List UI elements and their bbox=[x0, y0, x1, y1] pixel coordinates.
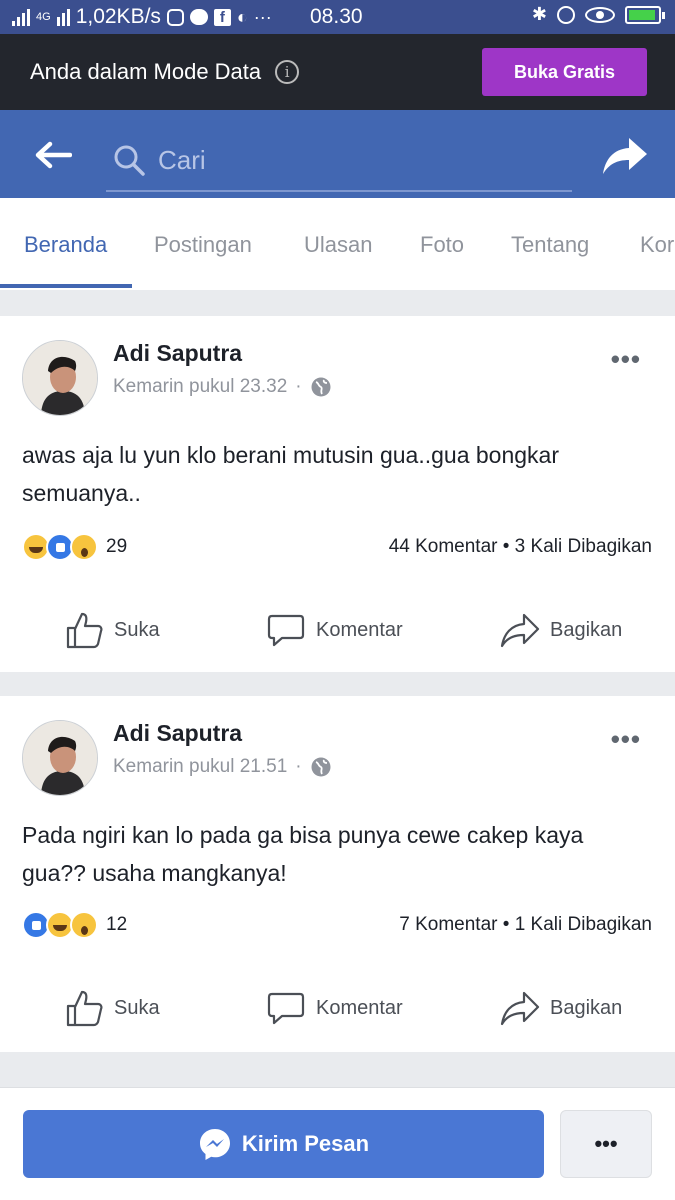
top-navigation bbox=[0, 110, 675, 198]
post-stats[interactable]: 7 Komentar • 1 Kali Dibagikan bbox=[399, 914, 652, 936]
comment-icon bbox=[267, 992, 305, 1025]
bluetooth-icon: ✱ bbox=[531, 4, 547, 24]
like-label: Suka bbox=[114, 618, 160, 641]
share-button[interactable]: Bagikan bbox=[500, 988, 622, 1028]
thumbs-up-icon bbox=[66, 612, 103, 649]
search-input[interactable] bbox=[158, 144, 538, 176]
like-button[interactable]: Suka bbox=[64, 610, 160, 650]
tab-komunitas[interactable]: Kor bbox=[640, 232, 674, 258]
buka-gratis-button[interactable]: Buka Gratis bbox=[482, 48, 647, 96]
active-tab-indicator bbox=[0, 284, 132, 288]
share-arrow-icon bbox=[500, 613, 540, 648]
reaction-count: 29 bbox=[106, 536, 128, 557]
post-meta: Kemarin pukul 23.32 · bbox=[113, 376, 332, 398]
line-icon bbox=[189, 9, 208, 25]
post-meta: Kemarin pukul 21.51 · bbox=[113, 756, 332, 778]
more-options-button[interactable]: ••• bbox=[560, 1110, 652, 1178]
share-label: Bagikan bbox=[550, 996, 623, 1019]
messenger-icon bbox=[199, 1129, 230, 1160]
divider bbox=[0, 296, 675, 316]
comment-label: Komentar bbox=[316, 996, 403, 1019]
reaction-summary[interactable]: 12 7 Komentar • 1 Kali Dibagikan bbox=[22, 910, 652, 940]
avatar[interactable] bbox=[22, 720, 98, 796]
reaction-count: 12 bbox=[106, 914, 128, 935]
like-label: Suka bbox=[114, 996, 160, 1019]
tab-ulasan[interactable]: Ulasan bbox=[304, 232, 372, 258]
network-type: 4G bbox=[36, 11, 51, 23]
divider bbox=[0, 672, 675, 696]
divider bbox=[0, 1052, 675, 1087]
post-timestamp[interactable]: Kemarin pukul 21.51 bbox=[113, 756, 287, 778]
bottom-action-bar: Kirim Pesan ••• bbox=[0, 1087, 675, 1200]
post-author[interactable]: Adi Saputra bbox=[113, 720, 242, 747]
post-timestamp[interactable]: Kemarin pukul 23.32 bbox=[113, 376, 287, 398]
page-tabs: Beranda Postingan Ulasan Foto Tentang Ko… bbox=[0, 198, 675, 290]
tab-beranda[interactable]: Beranda bbox=[24, 232, 107, 258]
globe-icon bbox=[311, 757, 331, 777]
avatar[interactable] bbox=[22, 340, 98, 416]
tab-tentang[interactable]: Tentang bbox=[511, 232, 589, 258]
post: Adi Saputra Kemarin pukul 21.51 · ••• Pa… bbox=[0, 696, 675, 1052]
data-mode-bar: Anda dalam Mode Data i Buka Gratis bbox=[0, 34, 675, 110]
post-more-options[interactable]: ••• bbox=[611, 724, 641, 755]
notification-icon: ◐ bbox=[236, 6, 248, 27]
search-icon bbox=[114, 145, 145, 176]
profile-photo bbox=[23, 721, 97, 795]
post-more-options[interactable]: ••• bbox=[611, 344, 641, 375]
post-text: Pada ngiri kan lo pada ga bisa punya cew… bbox=[22, 822, 584, 886]
meta-separator: · bbox=[295, 376, 302, 397]
tab-foto[interactable]: Foto bbox=[420, 232, 464, 258]
comment-button[interactable]: Komentar bbox=[266, 988, 403, 1028]
like-button[interactable]: Suka bbox=[64, 988, 160, 1028]
signal-icon-2 bbox=[56, 8, 70, 26]
comment-button[interactable]: Komentar bbox=[266, 610, 403, 650]
profile-photo bbox=[23, 341, 97, 415]
eye-icon bbox=[585, 6, 615, 23]
thumbs-up-icon bbox=[66, 990, 103, 1027]
facebook-icon: f bbox=[213, 8, 231, 26]
wow-reaction-icon bbox=[70, 533, 98, 561]
info-icon[interactable]: i bbox=[275, 60, 300, 84]
globe-icon bbox=[311, 377, 331, 397]
post-actions: Suka Komentar Bagikan bbox=[0, 978, 675, 1038]
data-mode-message: Anda dalam Mode Data bbox=[30, 59, 262, 84]
share-button[interactable]: Bagikan bbox=[500, 610, 622, 650]
alarm-icon bbox=[557, 5, 575, 24]
post-actions: Suka Komentar Bagikan bbox=[0, 600, 675, 660]
clock: 08.30 bbox=[310, 5, 363, 28]
share-icon[interactable] bbox=[601, 136, 649, 176]
signal-icon bbox=[12, 8, 30, 26]
more-notifications-icon: ··· bbox=[253, 6, 272, 27]
send-message-label: Kirim Pesan bbox=[241, 1131, 370, 1156]
comment-label: Komentar bbox=[316, 618, 403, 641]
tab-postingan[interactable]: Postingan bbox=[154, 232, 252, 258]
reaction-summary[interactable]: 29 44 Komentar • 3 Kali Dibagikan bbox=[22, 532, 652, 562]
reaction-icons bbox=[22, 533, 98, 561]
reaction-icons bbox=[22, 911, 98, 939]
search-bar[interactable] bbox=[106, 130, 572, 192]
send-message-button[interactable]: Kirim Pesan bbox=[23, 1110, 544, 1178]
wow-reaction-icon bbox=[70, 911, 98, 939]
status-bar: 4G 1,02KB/s f ◐ ··· 08.30 ✱ bbox=[0, 0, 675, 34]
instagram-icon bbox=[166, 8, 184, 26]
post-text: awas aja lu yun klo berani mutusin gua..… bbox=[22, 442, 560, 506]
battery-icon bbox=[625, 5, 665, 24]
post: Adi Saputra Kemarin pukul 23.32 · ••• aw… bbox=[0, 316, 675, 672]
post-stats[interactable]: 44 Komentar • 3 Kali Dibagikan bbox=[389, 536, 652, 558]
post-author[interactable]: Adi Saputra bbox=[113, 340, 242, 367]
share-arrow-icon bbox=[500, 991, 540, 1026]
share-label: Bagikan bbox=[550, 618, 623, 641]
comment-icon bbox=[267, 614, 305, 647]
meta-separator: · bbox=[295, 756, 302, 777]
back-arrow-icon[interactable] bbox=[34, 140, 72, 170]
network-speed: 1,02KB/s bbox=[75, 5, 161, 28]
